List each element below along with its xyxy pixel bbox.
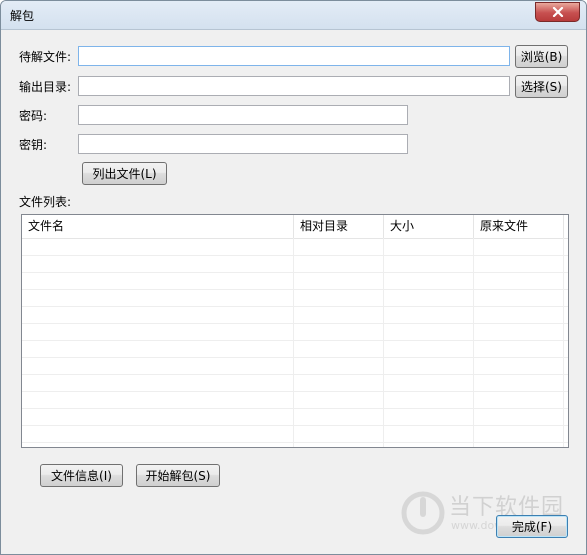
- table-row[interactable]: [22, 255, 568, 273]
- watermark-icon: [401, 491, 445, 535]
- table-row[interactable]: [22, 272, 568, 290]
- browse-button[interactable]: 浏览(B): [515, 45, 568, 68]
- file-list[interactable]: 文件名 相对目录 大小 原来文件: [21, 214, 569, 448]
- table-row[interactable]: [22, 340, 568, 358]
- file-label: 待解文件:: [19, 50, 72, 64]
- window-title: 解包: [10, 9, 35, 23]
- column-header-relative-dir[interactable]: 相对目录: [294, 215, 384, 238]
- unpack-dialog: 解包 待解文件: 浏览(B) 输出目录: 选择(S) 密码: 密钥: 列出文件(…: [0, 0, 587, 555]
- close-button[interactable]: [535, 2, 580, 22]
- close-icon: [552, 7, 563, 17]
- file-info-button[interactable]: 文件信息(I): [40, 464, 123, 487]
- table-row[interactable]: [22, 391, 568, 409]
- password-label: 密码:: [19, 109, 48, 123]
- column-header-size[interactable]: 大小: [384, 215, 474, 238]
- key-label: 密钥:: [19, 138, 48, 152]
- file-path-input[interactable]: [78, 46, 510, 66]
- table-row[interactable]: [22, 357, 568, 375]
- file-list-header: 文件名 相对目录 大小 原来文件: [22, 215, 568, 239]
- table-row[interactable]: [22, 238, 568, 256]
- output-dir-input[interactable]: [78, 76, 510, 96]
- table-row[interactable]: [22, 306, 568, 324]
- output-dir-label: 输出目录:: [19, 80, 72, 94]
- select-dir-button[interactable]: 选择(S): [515, 75, 568, 98]
- table-row[interactable]: [22, 408, 568, 426]
- password-input[interactable]: [78, 105, 408, 125]
- table-row[interactable]: [22, 425, 568, 443]
- key-input[interactable]: [78, 134, 408, 154]
- file-list-label: 文件列表:: [19, 195, 72, 209]
- column-header-original-file[interactable]: 原来文件: [474, 215, 564, 238]
- table-row[interactable]: [22, 374, 568, 392]
- table-row[interactable]: [22, 289, 568, 307]
- list-files-button[interactable]: 列出文件(L): [82, 162, 167, 185]
- title-bar[interactable]: 解包: [1, 1, 586, 30]
- finish-button[interactable]: 完成(F): [496, 515, 568, 538]
- start-unpack-button[interactable]: 开始解包(S): [136, 464, 220, 487]
- column-header-filename[interactable]: 文件名: [22, 215, 294, 238]
- table-row[interactable]: [22, 323, 568, 341]
